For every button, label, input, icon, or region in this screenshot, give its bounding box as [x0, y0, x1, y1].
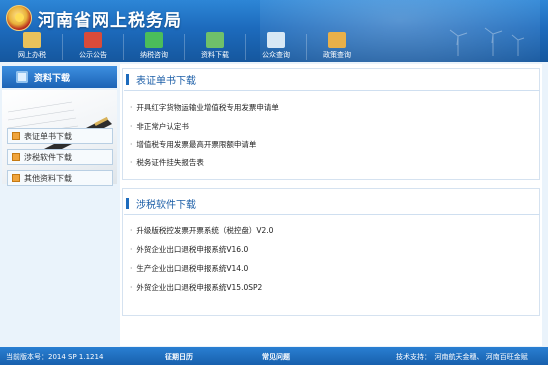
sidebar-item-label: 其他资料下载: [24, 174, 72, 183]
faq-link[interactable]: 常见问题: [262, 352, 290, 362]
sidebar: 资料下载 表证单书下载 涉税软件下载 其他资料下载: [2, 64, 117, 346]
sidebar-item-label: 涉税软件下载: [24, 153, 72, 162]
app-window: 河南省网上税务局 网上办税 公示公告 纳税咨询 资料下载 公众查询 政策查询 资…: [0, 0, 548, 365]
download-link[interactable]: 税务证件挂失报告表: [130, 157, 204, 168]
folder-icon: [328, 32, 346, 48]
sidebar-item-software[interactable]: 涉税软件下载: [7, 149, 113, 165]
main-nav: 网上办税 公示公告 纳税咨询 资料下载 公众查询 政策查询: [0, 32, 548, 62]
sidebar-item-label: 表证单书下载: [24, 132, 72, 141]
main-content: 表证单书下载 开具红字货物运输业增值税专用发票申请单 非正常户认定书 增值税专用…: [120, 64, 542, 346]
nav-item-announcements[interactable]: 公示公告: [63, 32, 123, 62]
bullet-icon: [12, 153, 20, 161]
section-title-text: 涉税软件下载: [136, 200, 196, 211]
sidebar-item-other[interactable]: 其他资料下载: [7, 170, 113, 186]
nav-label: 政策查询: [323, 51, 351, 59]
nav-label: 资料下载: [201, 51, 229, 59]
nav-item-downloads[interactable]: 资料下载: [185, 32, 245, 62]
people-group-icon: [145, 32, 163, 48]
sidebar-item-forms[interactable]: 表证单书下载: [7, 128, 113, 144]
title-bar-marker: [126, 74, 129, 85]
version-text: 当前版本号：2014 SP 1.1214: [6, 353, 104, 361]
section-title-text: 表证单书下载: [136, 76, 196, 87]
title-bar-marker: [126, 198, 129, 209]
nav-item-online-tax[interactable]: 网上办税: [2, 32, 62, 62]
person-podium-icon: [84, 32, 102, 48]
tech-support-text: 技术支持： 河南航天金穗、 河南百旺金赋: [396, 353, 528, 361]
section-divider: [124, 90, 540, 91]
download-link[interactable]: 生产企业出口退税申报系统V14.0: [130, 263, 248, 274]
tax-calendar-link[interactable]: 征期日历: [165, 352, 193, 362]
nav-item-public-query[interactable]: 公众查询: [246, 32, 306, 62]
section-divider: [124, 214, 540, 215]
download-link[interactable]: 升级版税控发票开票系统（税控盘）V2.0: [130, 225, 273, 236]
nav-label: 纳税咨询: [140, 51, 168, 59]
header-banner: 河南省网上税务局 网上办税 公示公告 纳税咨询 资料下载 公众查询 政策查询: [0, 0, 548, 62]
download-link[interactable]: 非正常户认定书: [130, 121, 189, 132]
download-link[interactable]: 增值税专用发票最高开票限额申请单: [130, 139, 256, 150]
nav-item-tax-consulting[interactable]: 纳税咨询: [124, 32, 184, 62]
hands-icon: [23, 32, 41, 48]
nav-label: 公示公告: [79, 51, 107, 59]
download-link[interactable]: 外贸企业出口退税申报系统V15.0SP2: [130, 282, 262, 293]
sidebar-title-text: 资料下载: [34, 74, 71, 84]
nav-label: 公众查询: [262, 51, 290, 59]
download-icon: [16, 71, 28, 83]
footer-bar: 当前版本号：2014 SP 1.1214 征期日历 常见问题 技术支持： 河南航…: [0, 347, 548, 365]
download-folder-icon: [206, 32, 224, 48]
site-title: 河南省网上税务局: [38, 11, 182, 31]
nav-item-policy-query[interactable]: 政策查询: [307, 32, 367, 62]
tax-emblem-icon: [6, 5, 32, 31]
nav-label: 网上办税: [18, 51, 46, 59]
bullet-icon: [12, 174, 20, 182]
download-link[interactable]: 开具红字货物运输业增值税专用发票申请单: [130, 102, 279, 113]
sidebar-title: 资料下载: [2, 66, 117, 88]
download-link[interactable]: 外贸企业出口退税申报系统V16.0: [130, 244, 248, 255]
bullet-icon: [12, 132, 20, 140]
search-document-icon: [267, 32, 285, 48]
